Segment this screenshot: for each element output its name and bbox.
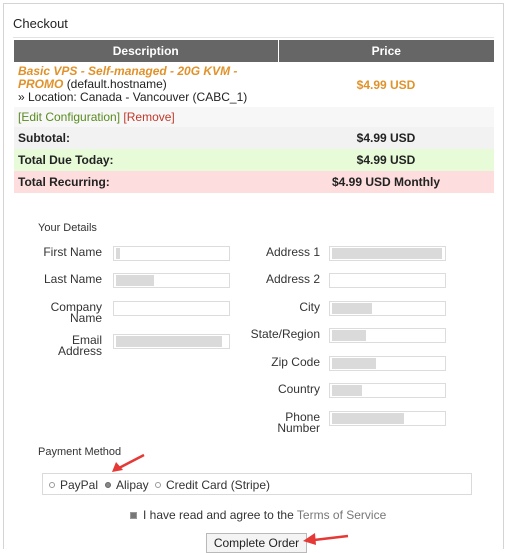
phone-number-field[interactable] — [329, 411, 446, 426]
zip-code-label: Zip Code — [271, 355, 320, 369]
checkout-panel: Checkout Description Price Basic VPS - S… — [3, 3, 504, 553]
product-hostname: (default.hostname) — [66, 77, 167, 91]
paypal-radio[interactable] — [49, 482, 55, 488]
country-label: Country — [277, 382, 320, 396]
last-name-field[interactable] — [113, 273, 230, 288]
phone-number-label: Phone Number — [277, 410, 320, 435]
total-recurring-label: Total Recurring: — [14, 171, 278, 193]
total-due-value: $4.99 USD — [278, 149, 494, 171]
credit-card-option-label[interactable]: Credit Card (Stripe) — [166, 478, 270, 492]
email-address-field[interactable] — [113, 334, 230, 349]
state-region-label: State/Region — [250, 327, 320, 341]
cart-product-row: Basic VPS - Self-managed - 20G KVM - PRO… — [14, 62, 494, 107]
edit-configuration-link[interactable]: [Edit Configuration] — [18, 110, 120, 124]
payment-options: PayPal Alipay Credit Card (Stripe) — [42, 473, 472, 495]
first-name-label: First Name — [43, 245, 102, 259]
total-due-row: Total Due Today: $4.99 USD — [14, 149, 494, 171]
credit-card-radio[interactable] — [155, 482, 161, 488]
company-name-field[interactable] — [113, 301, 230, 316]
subtotal-value: $4.99 USD — [278, 127, 494, 149]
alipay-radio[interactable] — [105, 482, 111, 488]
arrow-icon — [303, 533, 349, 545]
paypal-option-label[interactable]: PayPal — [60, 478, 98, 492]
product-description: Basic VPS - Self-managed - 20G KVM - PRO… — [14, 62, 278, 107]
company-name-label: Company Name — [50, 300, 102, 325]
total-recurring-row: Total Recurring: $4.99 USD Monthly — [14, 171, 494, 193]
last-name-label: Last Name — [43, 272, 102, 286]
column-header-description: Description — [14, 40, 278, 62]
arrow-icon — [112, 453, 145, 472]
city-field[interactable] — [329, 301, 446, 316]
country-field[interactable] — [329, 383, 446, 398]
product-price: $4.99 USD — [356, 77, 416, 92]
first-name-field[interactable] — [113, 246, 230, 261]
address2-field[interactable] — [329, 273, 446, 288]
title-divider — [13, 37, 494, 38]
cart-header-row: Description Price — [14, 40, 494, 62]
subtotal-label: Subtotal: — [14, 127, 278, 149]
column-header-price: Price — [277, 40, 494, 62]
address2-label: Address 2 — [265, 272, 320, 286]
total-due-label: Total Due Today: — [14, 149, 278, 171]
tos-checkbox[interactable] — [130, 512, 137, 519]
product-location: » Location: Canada - Vancouver (CABC_1) — [18, 90, 248, 104]
complete-order-button[interactable]: Complete Order — [206, 533, 307, 553]
email-address-label: Email Address — [57, 333, 102, 358]
address1-label: Address 1 — [265, 245, 320, 259]
city-label: City — [299, 300, 320, 314]
alipay-option-label[interactable]: Alipay — [116, 478, 149, 492]
your-details-heading: Your Details — [38, 222, 97, 234]
terms-of-service-link[interactable]: Terms of Service — [297, 508, 386, 522]
cart-table: Description Price Basic VPS - Self-manag… — [14, 40, 494, 193]
remove-link[interactable]: [Remove] — [123, 110, 174, 124]
tos-text: I have read and agree to the Terms of Se… — [143, 508, 386, 522]
subtotal-row: Subtotal: $4.99 USD — [14, 127, 494, 149]
cart-actions-row: [Edit Configuration] [Remove] — [14, 107, 494, 127]
tos-label: I have read and agree to the — [143, 508, 294, 522]
zip-code-field[interactable] — [329, 356, 446, 371]
page-title: Checkout — [13, 16, 68, 31]
address1-field[interactable] — [329, 246, 446, 261]
state-region-field[interactable] — [329, 328, 446, 343]
total-recurring-value: $4.99 USD Monthly — [278, 171, 494, 193]
